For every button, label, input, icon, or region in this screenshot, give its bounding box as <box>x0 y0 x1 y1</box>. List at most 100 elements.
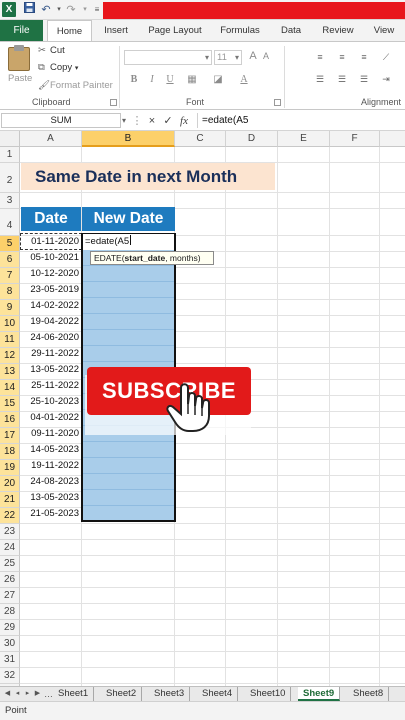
italic-button[interactable]: I <box>146 73 158 86</box>
font-size-combo[interactable]: 11 ▾ <box>214 50 242 65</box>
underline-button[interactable]: U <box>164 73 176 86</box>
next-sheet-icon[interactable]: ▸ <box>23 687 32 701</box>
column-header-c[interactable]: C <box>175 131 226 147</box>
customize-qat-icon[interactable]: ≡ <box>90 2 104 18</box>
tab-page-layout[interactable]: Page Layout <box>142 20 208 41</box>
font-launcher-icon[interactable] <box>274 99 281 106</box>
insert-function-button[interactable]: fx <box>178 114 190 128</box>
row-header-31[interactable]: 31 <box>0 652 20 668</box>
last-sheet-icon[interactable]: ▶ <box>33 687 42 701</box>
date-cell-a13[interactable]: 13-05-2022 <box>21 362 81 378</box>
align-middle-icon[interactable]: ≡ <box>336 52 348 63</box>
row-header-13[interactable]: 13 <box>0 364 20 380</box>
date-cell-a14[interactable]: 25-11-2022 <box>21 378 81 394</box>
format-painter-button[interactable]: 🖌Format Painter <box>38 79 113 93</box>
indent-icon[interactable]: ⇥ <box>380 74 392 85</box>
row-header-25[interactable]: 25 <box>0 556 20 572</box>
tab-formulas[interactable]: Formulas <box>214 20 266 41</box>
row-header-4[interactable]: 4 <box>0 209 20 236</box>
sheet-tab-2[interactable]: Sheet2 <box>101 687 143 701</box>
row-header-5[interactable]: 5 <box>0 236 20 252</box>
fill-color-icon[interactable]: ◪ <box>212 73 224 86</box>
date-cell-a7[interactable]: 10-12-2020 <box>21 266 81 282</box>
date-cell-a15[interactable]: 25-10-2023 <box>21 394 81 410</box>
select-all-corner[interactable] <box>0 131 20 147</box>
shrink-font-icon[interactable]: A <box>260 50 272 63</box>
column-header-f[interactable]: F <box>330 131 380 147</box>
date-cell-a11[interactable]: 24-06-2020 <box>21 330 81 346</box>
sheet-tab-4[interactable]: Sheet4 <box>197 687 239 701</box>
column-header-b[interactable]: B <box>82 131 175 147</box>
borders-icon[interactable]: ▦ <box>186 73 198 86</box>
row-header-2[interactable]: 2 <box>0 163 20 193</box>
date-cell-a17[interactable]: 09-11-2020 <box>21 426 81 442</box>
header-date-cell[interactable]: Date <box>21 207 81 231</box>
row-header-9[interactable]: 9 <box>0 300 20 316</box>
date-cell-a8[interactable]: 23-05-2019 <box>21 282 81 298</box>
row-header-6[interactable]: 6 <box>0 252 20 268</box>
row-header-18[interactable]: 18 <box>0 444 20 460</box>
excel-app-icon[interactable]: X <box>2 2 16 17</box>
font-name-combo[interactable]: ▾ <box>124 50 212 65</box>
tab-file[interactable]: File <box>0 20 43 41</box>
align-top-icon[interactable]: ≡ <box>314 52 326 63</box>
first-sheet-icon[interactable]: ◀ <box>3 687 12 701</box>
cut-button[interactable]: ✂ Cut <box>38 44 65 58</box>
name-box[interactable]: SUM <box>1 113 121 128</box>
row-header-20[interactable]: 20 <box>0 476 20 492</box>
row-header-8[interactable]: 8 <box>0 284 20 300</box>
row-header-22[interactable]: 22 <box>0 508 20 524</box>
sheet-tab-9-active[interactable]: Sheet9 <box>298 687 341 701</box>
tab-data[interactable]: Data <box>272 20 310 41</box>
row-header-15[interactable]: 15 <box>0 396 20 412</box>
date-cell-a12[interactable]: 29-11-2022 <box>21 346 81 362</box>
sheet-title-cell[interactable]: Same Date in next Month <box>21 163 275 190</box>
undo-icon[interactable]: ↶ <box>39 2 53 18</box>
paste-icon[interactable] <box>8 45 30 71</box>
align-right-icon[interactable]: ☰ <box>358 74 370 85</box>
column-header-partial[interactable] <box>380 131 405 147</box>
row-header-10[interactable]: 10 <box>0 316 20 332</box>
align-left-icon[interactable]: ☰ <box>314 74 326 85</box>
date-cell-a6[interactable]: 05-10-2021 <box>21 250 81 266</box>
row-header-28[interactable]: 28 <box>0 604 20 620</box>
more-sheets-icon[interactable]: … <box>44 687 53 701</box>
tab-review[interactable]: Review <box>316 20 360 41</box>
column-header-d[interactable]: D <box>226 131 278 147</box>
row-header-1[interactable]: 1 <box>0 147 20 163</box>
grow-font-icon[interactable]: A <box>247 50 259 63</box>
sheet-tab-3[interactable]: Sheet3 <box>149 687 191 701</box>
function-tooltip[interactable]: EDATE(start_date, months) <box>90 251 214 265</box>
row-header-16[interactable]: 16 <box>0 412 20 428</box>
font-color-icon[interactable]: A <box>238 73 250 86</box>
header-new-date-cell[interactable]: New Date <box>82 207 175 231</box>
row-header-19[interactable]: 19 <box>0 460 20 476</box>
date-cell-a9[interactable]: 14-02-2022 <box>21 298 81 314</box>
row-header-14[interactable]: 14 <box>0 380 20 396</box>
tab-view[interactable]: View <box>366 20 402 41</box>
row-header-27[interactable]: 27 <box>0 588 20 604</box>
enter-icon[interactable]: ✓ <box>162 114 174 128</box>
chevron-down-icon[interactable]: ▾ <box>122 113 126 128</box>
row-header-30[interactable]: 30 <box>0 636 20 652</box>
clipboard-launcher-icon[interactable] <box>110 99 117 106</box>
tab-home[interactable]: Home <box>47 20 92 42</box>
bold-button[interactable]: B <box>128 73 140 86</box>
sheet-tab-1[interactable]: Sheet1 <box>53 687 95 701</box>
save-icon[interactable] <box>22 2 36 18</box>
column-header-a[interactable]: A <box>20 131 82 147</box>
cancel-icon[interactable]: × <box>146 114 158 128</box>
row-header-11[interactable]: 11 <box>0 332 20 348</box>
copy-button[interactable]: ⧉ Copy ▾ <box>38 61 78 75</box>
active-cell-editor[interactable]: =edate(A5 <box>83 234 174 249</box>
row-header-24[interactable]: 24 <box>0 540 20 556</box>
row-header-12[interactable]: 12 <box>0 348 20 364</box>
paste-button[interactable]: Paste <box>8 73 32 84</box>
align-bottom-icon[interactable]: ≡ <box>358 52 370 63</box>
redo-icon[interactable]: ↷ <box>64 2 78 18</box>
date-cell-a20[interactable]: 24-08-2023 <box>21 474 81 490</box>
row-header-17[interactable]: 17 <box>0 428 20 444</box>
formula-input[interactable]: =edate(A5 <box>197 113 404 128</box>
align-center-icon[interactable]: ☰ <box>336 74 348 85</box>
date-cell-a19[interactable]: 19-11-2022 <box>21 458 81 474</box>
